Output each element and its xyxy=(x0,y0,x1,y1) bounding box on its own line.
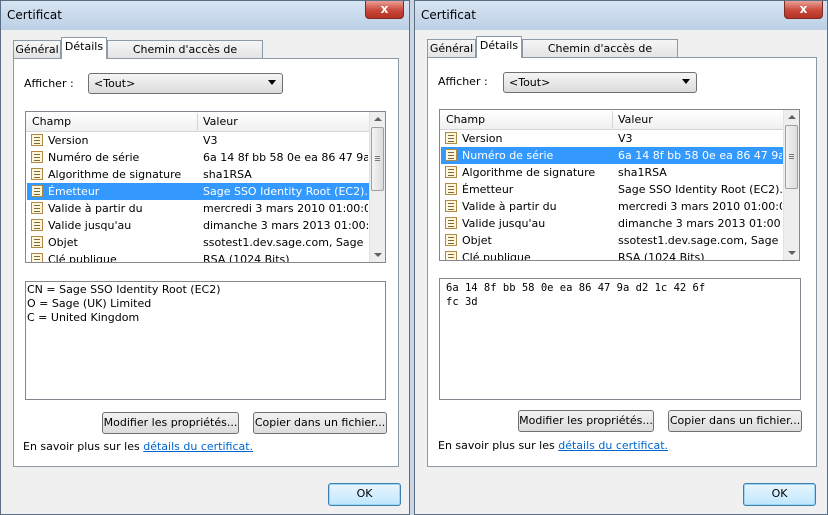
certificate-field-icon xyxy=(31,253,43,262)
certificate-field-icon xyxy=(31,236,43,248)
show-select[interactable]: <Tout> xyxy=(88,73,283,94)
learn-more-text: En savoir plus sur les détails du certif… xyxy=(438,439,669,452)
list-item[interactable]: Valide jusqu'au dimanche 3 mars 2013 01:0… xyxy=(441,215,783,232)
scroll-down-icon[interactable] xyxy=(374,253,382,257)
field-detail-textbox[interactable]: 6a 14 8f bb 58 0e ea 86 47 9a d2 1c 42 6… xyxy=(439,278,801,400)
list-item[interactable]: Objet ssotest1.dev.sage.com, Sage ... xyxy=(27,234,369,251)
show-select[interactable]: <Tout> xyxy=(503,72,697,93)
ok-button[interactable]: OK xyxy=(328,483,401,506)
fields-list[interactable]: Champ Valeur Version V3 Numéro de série 6a… xyxy=(439,109,800,261)
chevron-down-icon xyxy=(682,79,690,84)
window-title: Certificat xyxy=(7,8,62,22)
list-item-selected[interactable]: Numéro de série 6a 14 8f bb 58 0e ea 86 4… xyxy=(441,147,783,164)
scrollbar-thumb[interactable] xyxy=(785,125,798,189)
list-item[interactable]: Algorithme de signature sha1RSA xyxy=(441,164,783,181)
tab-details[interactable]: Détails xyxy=(61,37,107,59)
title-bar[interactable]: Certificat x xyxy=(415,1,827,30)
certificate-field-icon xyxy=(445,183,457,195)
certificate-field-icon xyxy=(445,234,457,246)
list-item[interactable]: Valide à partir du mercredi 3 mars 2010 0… xyxy=(441,198,783,215)
certificate-details-link[interactable]: détails du certificat. xyxy=(143,440,253,453)
close-icon: x xyxy=(380,2,389,16)
certificate-field-icon xyxy=(445,149,457,161)
certificate-field-icon xyxy=(445,132,457,144)
scroll-up-icon[interactable] xyxy=(788,115,796,119)
grip-icon xyxy=(375,156,380,157)
scrollbar-thumb[interactable] xyxy=(371,127,384,191)
list-item[interactable]: Valide à partir du mercredi 3 mars 2010 0… xyxy=(27,200,369,217)
certificate-details-link[interactable]: détails du certificat. xyxy=(558,439,668,452)
list-header: Champ Valeur xyxy=(440,110,783,130)
title-bar[interactable]: Certificat x xyxy=(1,1,409,30)
certificate-field-icon xyxy=(31,185,43,197)
certificate-field-icon xyxy=(445,200,457,212)
certificate-field-icon xyxy=(31,168,43,180)
list-item[interactable]: Algorithme de signature sha1RSA xyxy=(27,166,369,183)
copy-to-file-button[interactable]: Copier dans un fichier... xyxy=(668,410,802,432)
column-header-field[interactable]: Champ xyxy=(446,113,485,126)
column-header-field[interactable]: Champ xyxy=(32,115,71,128)
close-icon: x xyxy=(799,2,808,16)
show-label: Afficher : xyxy=(438,75,488,88)
certificate-dialog-right: Certificat x Général Détails Chemin d'ac… xyxy=(414,0,828,515)
list-item[interactable]: Objet ssotest1.dev.sage.com, Sage ... xyxy=(441,232,783,249)
certificate-field-icon xyxy=(445,166,457,178)
column-header-value[interactable]: Valeur xyxy=(618,113,653,126)
tab-general[interactable]: Général xyxy=(13,40,61,59)
tab-details[interactable]: Détails xyxy=(476,36,522,58)
scroll-down-icon[interactable] xyxy=(788,251,796,255)
fields-list[interactable]: Champ Valeur Version V3 Numéro de série 6a… xyxy=(25,111,386,263)
window-title: Certificat xyxy=(421,8,476,22)
list-header: Champ Valeur xyxy=(26,112,369,132)
certificate-field-icon xyxy=(31,202,43,214)
certificate-field-icon xyxy=(445,251,457,260)
list-item[interactable]: Valide jusqu'au dimanche 3 mars 2013 01:0… xyxy=(27,217,369,234)
copy-to-file-button[interactable]: Copier dans un fichier... xyxy=(253,412,387,434)
vertical-scrollbar[interactable] xyxy=(369,112,385,262)
show-label: Afficher : xyxy=(24,77,74,90)
column-header-value[interactable]: Valeur xyxy=(203,115,238,128)
show-select-value: <Tout> xyxy=(94,77,136,90)
tab-certification-path[interactable]: Chemin d'accès de certification xyxy=(107,40,263,73)
certificate-field-icon xyxy=(31,151,43,163)
close-button[interactable]: x xyxy=(365,1,404,19)
list-item-selected[interactable]: Émetteur Sage SSO Identity Root (EC2)... xyxy=(27,183,369,200)
list-item[interactable]: Clé publique RSA (1024 Bits) xyxy=(441,249,783,260)
details-panel: Afficher : <Tout> Champ Valeur Version V3… xyxy=(13,58,399,467)
certificate-field-icon xyxy=(31,134,43,146)
chevron-down-icon xyxy=(268,80,276,85)
list-item[interactable]: Numéro de série 6a 14 8f bb 58 0e ea 86 4… xyxy=(27,149,369,166)
list-item[interactable]: Clé publique RSA (1024 Bits) xyxy=(27,251,369,262)
certificate-field-icon xyxy=(445,217,457,229)
scroll-up-icon[interactable] xyxy=(374,117,382,121)
list-item[interactable]: Émetteur Sage SSO Identity Root (EC2)... xyxy=(441,181,783,198)
show-select-value: <Tout> xyxy=(509,76,551,89)
ok-button[interactable]: OK xyxy=(743,483,816,506)
column-divider[interactable] xyxy=(197,113,198,130)
certificate-field-icon xyxy=(31,219,43,231)
close-button[interactable]: x xyxy=(784,1,823,19)
field-detail-textbox[interactable]: CN = Sage SSO Identity Root (EC2) O = Sa… xyxy=(25,281,386,400)
grip-icon xyxy=(789,154,794,155)
edit-properties-button[interactable]: Modifier les propriétés... xyxy=(102,412,239,434)
list-item[interactable]: Version V3 xyxy=(441,130,783,147)
vertical-scrollbar[interactable] xyxy=(783,110,799,260)
tab-general[interactable]: Général xyxy=(427,39,476,58)
details-panel: Afficher : <Tout> Champ Valeur Version V3… xyxy=(427,57,817,467)
learn-more-text: En savoir plus sur les détails du certif… xyxy=(23,440,254,453)
certificate-dialog-left: Certificat x Général Détails Chemin d'ac… xyxy=(0,0,410,515)
list-item[interactable]: Version V3 xyxy=(27,132,369,149)
edit-properties-button[interactable]: Modifier les propriétés... xyxy=(518,410,654,432)
tab-certification-path[interactable]: Chemin d'accès de certification xyxy=(522,39,678,72)
column-divider[interactable] xyxy=(612,111,613,128)
